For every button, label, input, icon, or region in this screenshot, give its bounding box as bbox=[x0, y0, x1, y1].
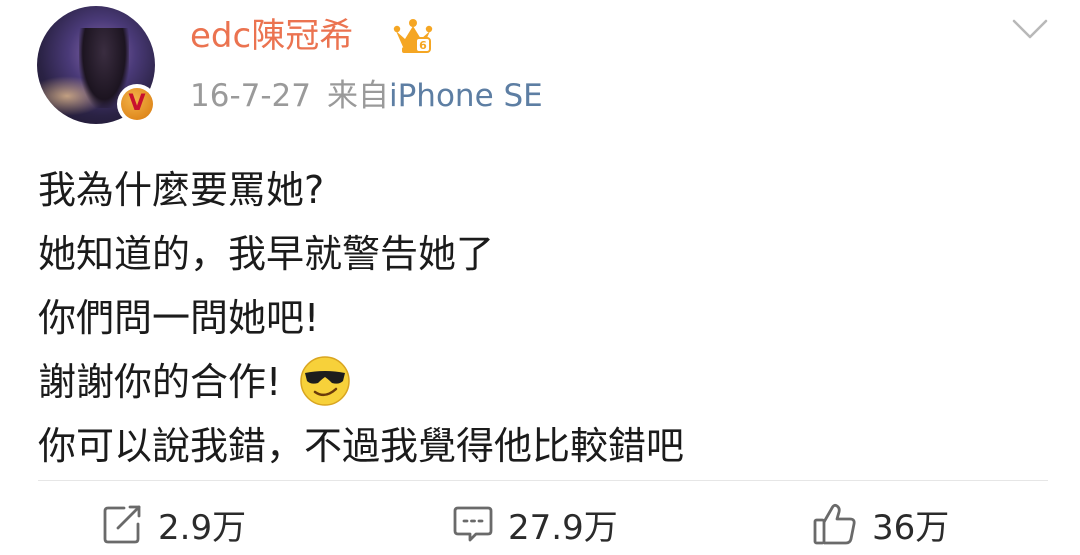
divider bbox=[38, 480, 1048, 481]
source-prefix: 来自 bbox=[327, 78, 389, 114]
source-device[interactable]: iPhone SE bbox=[389, 78, 543, 114]
verified-badge: V bbox=[117, 84, 157, 124]
like-count: 36万 bbox=[872, 507, 950, 548]
chevron-down-icon[interactable] bbox=[1010, 16, 1050, 42]
repost-icon bbox=[103, 505, 141, 544]
post-line: 你可以說我錯，不過我覺得他比較錯吧 bbox=[38, 424, 685, 468]
verified-badge-letter: V bbox=[121, 88, 153, 120]
post-content: 我為什麼要罵她? 她知道的，我早就警告她了 你們問一問她吧! 謝謝你的合作! 你… bbox=[38, 158, 1048, 478]
post-line-with-emoji: 謝謝你的合作! bbox=[38, 350, 1048, 414]
post-line: 謝謝你的合作! bbox=[38, 360, 282, 404]
repost-count: 2.9万 bbox=[158, 507, 247, 548]
repost-button[interactable]: 2.9万 bbox=[102, 494, 246, 554]
thumbs-up-icon bbox=[813, 503, 856, 545]
like-button[interactable]: 36万 bbox=[812, 494, 949, 554]
post-meta: 16-7-27 来自iPhone SE bbox=[190, 76, 543, 116]
action-bar: 2.9万 27.9万 36万 bbox=[0, 494, 1080, 554]
svg-text:6: 6 bbox=[419, 39, 427, 52]
post-line: 你們問一問她吧! bbox=[38, 296, 320, 340]
post-line: 我為什麼要罵她? bbox=[38, 168, 325, 212]
comment-icon bbox=[453, 506, 493, 542]
username[interactable]: edc陳冠希 bbox=[190, 14, 353, 58]
comment-button[interactable]: 27.9万 bbox=[452, 494, 618, 554]
sunglasses-emoji-icon bbox=[300, 355, 350, 406]
post-date[interactable]: 16-7-27 bbox=[190, 78, 311, 114]
post-line: 她知道的，我早就警告她了 bbox=[38, 232, 495, 276]
comment-count: 27.9万 bbox=[508, 507, 618, 548]
crown-icon[interactable]: 6 bbox=[392, 17, 434, 55]
